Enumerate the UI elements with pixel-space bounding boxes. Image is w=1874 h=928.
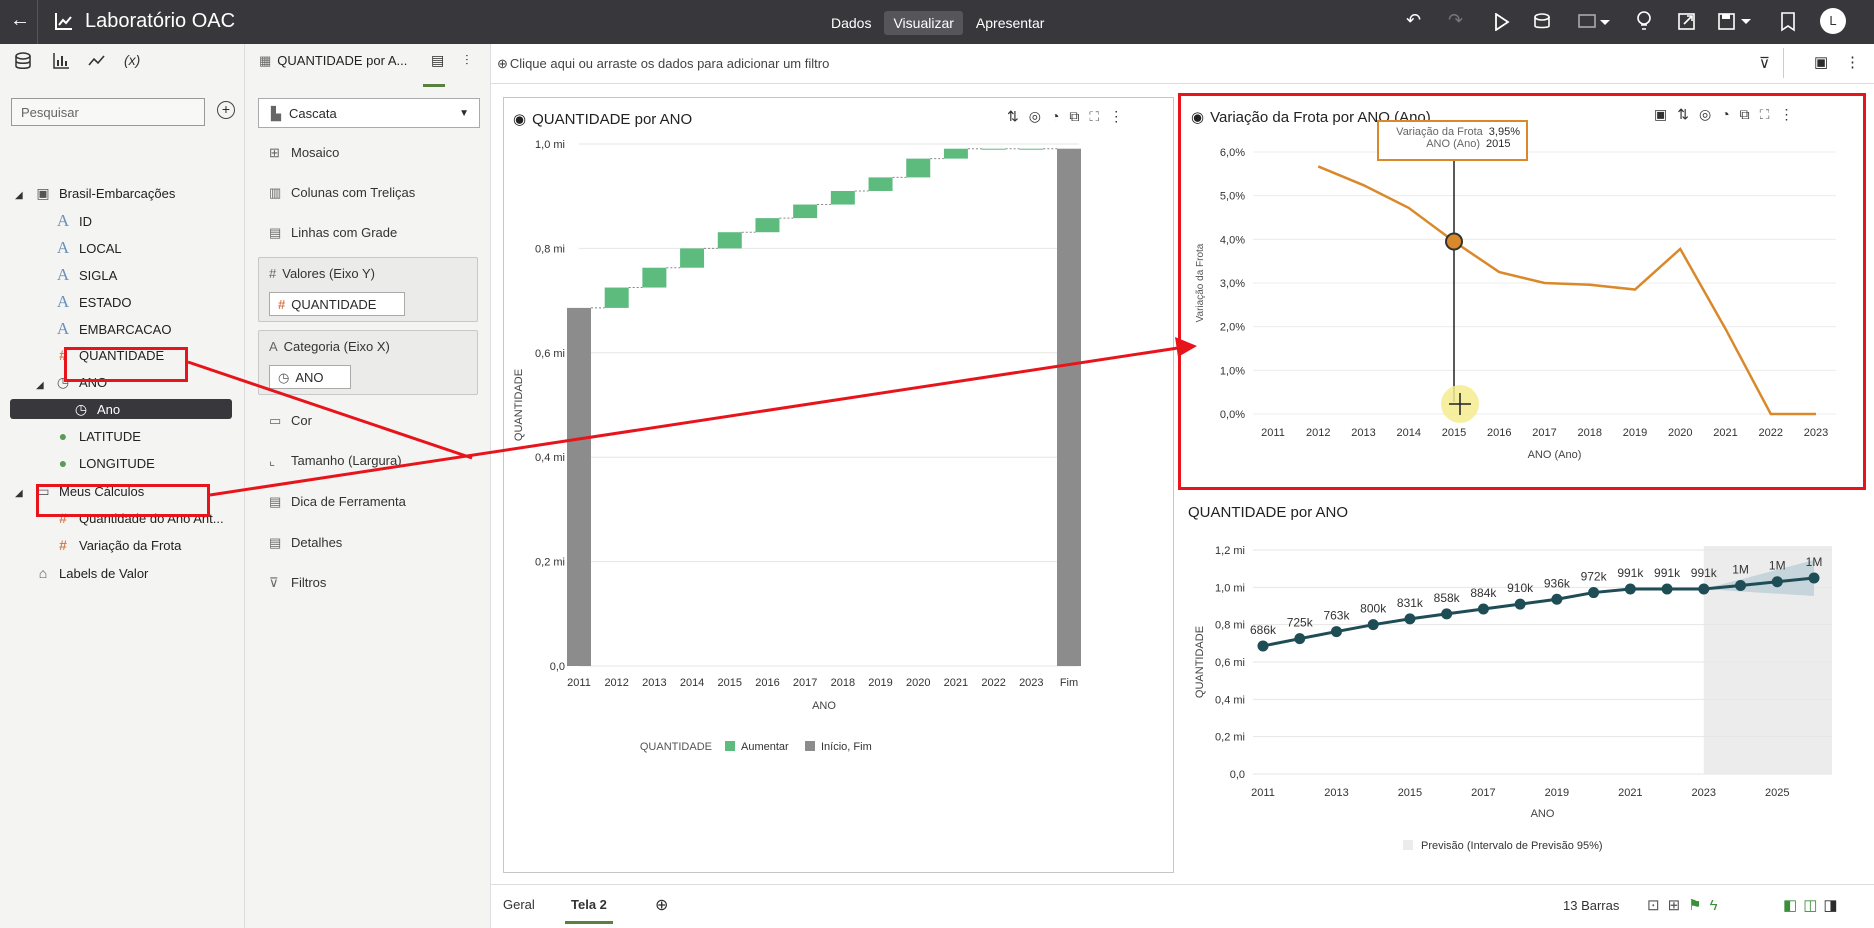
grid-icon[interactable]: ⊞ <box>1668 897 1689 914</box>
tab-tela-2[interactable]: Tela 2 <box>565 897 613 924</box>
layout-icon[interactable]: ⊡ <box>1647 897 1668 914</box>
lightning-icon[interactable]: ϟ <box>1710 897 1726 914</box>
annotation-line <box>187 360 473 460</box>
left-panel-toggle-icon[interactable]: ◧ <box>1783 897 1803 914</box>
data-action-icon[interactable]: ⚑ <box>1688 897 1709 914</box>
canvas-tools[interactable]: ⊡⊞⚑ϟ <box>1647 896 1726 914</box>
annotation-arrow <box>209 346 1179 497</box>
middle-panel-toggle-icon[interactable]: ◫ <box>1803 897 1823 914</box>
status-count: 13 Barras <box>1563 898 1620 913</box>
right-panel-toggle-icon[interactable]: ◨ <box>1823 897 1843 914</box>
panel-toggles[interactable]: ◧◫◨ <box>1783 896 1844 914</box>
annotation-arrows <box>187 337 1197 497</box>
arrowhead-icon <box>1175 337 1197 357</box>
add-canvas-icon[interactable]: ⊕ <box>655 895 668 915</box>
bottom-bar: Geral Tela 2 ⊕ 13 Barras ⊡⊞⚑ϟ ◧◫◨ <box>491 884 1874 928</box>
tab-geral[interactable]: Geral <box>503 897 535 912</box>
